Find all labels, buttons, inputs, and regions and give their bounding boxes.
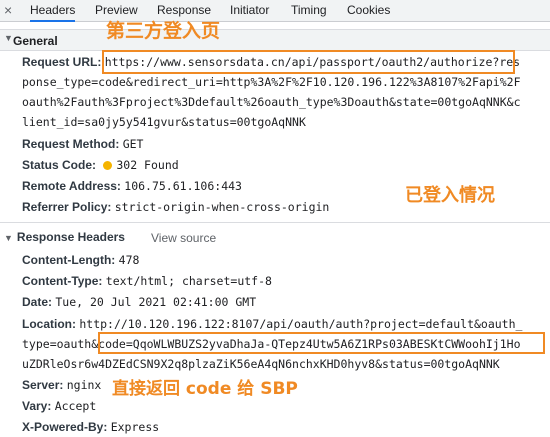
annotation-return-code: 直接返回 code 给 SBP [112,379,298,399]
view-source-link[interactable]: View source [151,229,216,247]
referrer-policy-value: strict-origin-when-cross-origin [114,200,330,214]
response-headers-title: Response Headers [16,230,125,244]
annotation-third-party-page: 第三方登入页 [106,20,221,42]
referrer-policy-key: Referrer Policy: [22,200,112,214]
location-line-3: uZDRleOsr6w4DZEdCSN9X2q8plzaZiK56eA4qN6n… [22,357,500,371]
general-section-title: General [13,34,58,48]
request-method-value: GET [122,137,144,151]
referrer-policy-row: Referrer Policy: strict-origin-when-cros… [22,197,329,217]
date-value: Tue, 20 Jul 2021 02:41:00 GMT [55,295,257,309]
request-url-key: Request URL: [22,55,102,69]
remote-address-row: Remote Address: 106.75.61.106:443 [22,176,242,196]
x-powered-by-value: Express [110,420,160,434]
response-headers-header[interactable]: ▼ Response Headers [4,227,130,248]
status-dot-icon [103,161,113,170]
content-length-row: Content-Length: 478 [22,250,139,270]
vary-key: Vary: [22,399,52,413]
tab-cookies[interactable]: Cookies [347,0,390,22]
server-row: Server: nginx [22,375,101,395]
request-url-line-3: oauth%2Fauth%3Fproject%3Ddefault%26oauth… [22,95,521,109]
request-method-row: Request Method: GET [22,134,143,154]
devtools-tab-bar: × Headers Preview Response Initiator Tim… [0,0,550,22]
content-type-key: Content-Type: [22,274,103,288]
location-key: Location: [22,317,76,331]
content-length-key: Content-Length: [22,253,116,267]
location-row: Location: http://10.120.196.122:8107/api… [22,314,522,334]
remote-address-key: Remote Address: [22,179,121,193]
request-url-line-4: lient_id=sa0jy5y541gvur&status=00tgoAqNN… [22,115,306,129]
status-code-value: 302 Found [116,158,179,172]
close-icon[interactable]: × [4,1,12,19]
tab-initiator[interactable]: Initiator [230,0,269,22]
url-highlight-box [102,50,515,74]
server-value: nginx [66,378,102,392]
general-section-header[interactable]: ▼ General [0,29,550,51]
content-type-row: Content-Type: text/html; charset=utf-8 [22,271,272,291]
date-row: Date: Tue, 20 Jul 2021 02:41:00 GMT [22,292,256,312]
section-divider [0,222,550,223]
vary-row: Vary: Accept [22,396,96,416]
status-code-row: Status Code: 302 Found [22,155,179,175]
content-length-value: 478 [118,253,140,267]
request-method-key: Request Method: [22,137,120,151]
server-key: Server: [22,378,64,392]
status-code-key: Status Code: [22,158,97,172]
tab-timing[interactable]: Timing [291,0,327,22]
expand-triangle-icon[interactable]: ▼ [4,233,13,243]
annotation-logged-in: 已登入情况 [405,185,495,206]
location-line-1: http://10.120.196.122:8107/api/oauth/aut… [79,317,523,331]
x-powered-by-row: X-Powered-By: Express [22,417,159,437]
remote-address-value: 106.75.61.106:443 [124,179,242,193]
vary-value: Accept [54,399,97,413]
x-powered-by-key: X-Powered-By: [22,420,108,434]
date-key: Date: [22,295,53,309]
collapse-triangle-icon[interactable]: ▼ [4,33,13,43]
content-type-value: text/html; charset=utf-8 [105,274,272,288]
tab-headers[interactable]: Headers [30,0,76,22]
request-url-line-2: ponse_type=code&redirect_uri=http%3A%2F%… [22,75,521,89]
code-highlight-box [98,332,545,354]
